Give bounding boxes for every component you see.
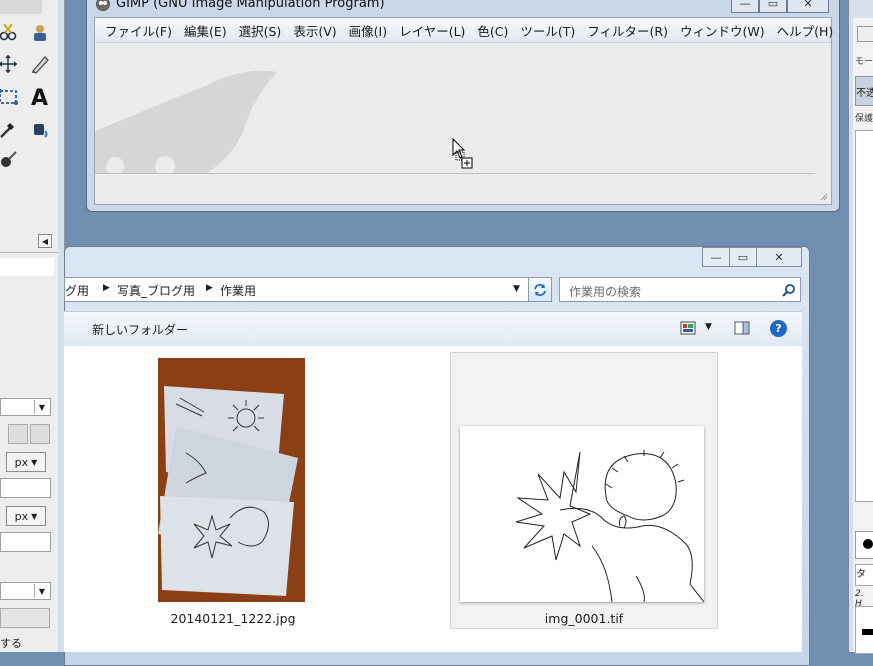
option-checkbox-label: する xyxy=(0,637,22,650)
change-view-icon[interactable] xyxy=(680,321,696,335)
unit-select-1-value: px xyxy=(14,455,29,469)
bucket-fill-tool-icon[interactable] xyxy=(28,117,52,141)
search-placeholder: 作業用の検索 xyxy=(569,285,642,299)
unit-select-2-value: px xyxy=(14,509,29,523)
tool-preset-combo[interactable]: ▼ xyxy=(0,398,51,416)
gimp-menubar: ファイル(F) 編集(E) 選択(S) 表示(V) 画像(I) レイヤー(L) … xyxy=(95,18,833,43)
menu-edit[interactable]: 編集(E) xyxy=(182,21,229,40)
menu-windows[interactable]: ウィンドウ(W) xyxy=(678,21,767,40)
gimp-maximize-button[interactable]: ▭ xyxy=(759,0,787,13)
value-spinner-2[interactable] xyxy=(0,532,51,552)
explorer-minimize-button[interactable]: — xyxy=(702,247,730,267)
menu-filters[interactable]: フィルター(R) xyxy=(585,21,670,40)
mode-combo[interactable]: 不透 xyxy=(855,76,873,106)
menu-help[interactable]: ヘルプ(H) xyxy=(775,21,836,40)
chevron-down-icon: ▼ xyxy=(31,457,38,467)
help-icon[interactable]: ? xyxy=(770,320,787,337)
file-name-jpg[interactable]: 20140121_1222.jpg xyxy=(158,611,308,626)
brush-preview[interactable] xyxy=(855,531,873,559)
svg-text:A: A xyxy=(31,86,48,108)
text-tool-icon[interactable]: A xyxy=(28,85,52,109)
explorer-close-button[interactable]: ✕ xyxy=(756,247,802,267)
menu-layer[interactable]: レイヤー(L) xyxy=(397,21,467,40)
menu-select[interactable]: 選択(S) xyxy=(237,21,284,40)
gimp-app-icon xyxy=(96,0,110,11)
gimp-statusbar xyxy=(95,173,815,204)
scissors-tool-icon[interactable] xyxy=(0,20,20,44)
file-thumbnail-jpg[interactable] xyxy=(158,358,305,602)
option-button[interactable] xyxy=(0,608,50,628)
breadcrumb-separator-icon[interactable]: ▶ xyxy=(103,283,110,293)
menu-image[interactable]: 画像(I) xyxy=(347,21,389,40)
layers-dock-panel: モー 不透 保護 タ 2. H xyxy=(853,18,873,654)
breadcrumb-item-2[interactable]: 写真_ブログ用 xyxy=(117,282,195,299)
foreground-select-tool-icon[interactable] xyxy=(28,20,52,44)
breadcrumb-item-3[interactable]: 作業用 xyxy=(220,282,256,299)
paste-icon[interactable] xyxy=(8,424,28,444)
gimp-toolbox: A ◀ ▼ px ▼ px ▼ ▼ する xyxy=(0,0,59,652)
view-options-dropdown-icon[interactable]: ▼ xyxy=(705,322,712,332)
menu-view[interactable]: 表示(V) xyxy=(291,21,338,40)
dock-tab-menu-icon[interactable]: ◀ xyxy=(38,234,52,248)
toolbox-top-strip xyxy=(0,0,42,14)
color-picker-tool-icon[interactable] xyxy=(0,117,20,141)
wilber-watermark xyxy=(95,70,277,174)
search-box[interactable]: 作業用の検索 xyxy=(559,277,801,302)
brush-grid[interactable] xyxy=(855,606,873,654)
menu-file[interactable]: ファイル(F) xyxy=(103,21,174,40)
mode-combo[interactable]: ▼ xyxy=(0,582,51,600)
layers-tab-icon[interactable] xyxy=(857,26,873,42)
explorer-maximize-button[interactable]: ▭ xyxy=(729,247,757,267)
tool-options-header xyxy=(0,258,54,276)
brush-swatch xyxy=(862,629,873,635)
file-thumbnail-tif[interactable] xyxy=(460,426,705,603)
resize-grip-icon[interactable] xyxy=(818,190,828,201)
toolbox-divider xyxy=(0,252,58,253)
file-list-area: 20140121_1222.jpg img_0001.tif xyxy=(64,346,802,652)
file-name-tif[interactable]: img_0001.tif xyxy=(450,611,718,626)
refresh-icon xyxy=(534,283,546,296)
unit-select-1[interactable]: px ▼ xyxy=(6,452,46,472)
gimp-window-title: GIMP (GNU Image Manipulation Program) xyxy=(116,0,385,11)
pencil-tool-icon[interactable] xyxy=(28,52,52,76)
chevron-down-icon: ▼ xyxy=(31,511,38,521)
mode-label: モー xyxy=(855,57,873,67)
protect-label: 保護 xyxy=(855,114,873,124)
pattern-icon[interactable] xyxy=(30,424,50,444)
drag-copy-cursor-icon xyxy=(452,138,473,169)
explorer-command-bar: 新しいフォルダー ▼ ? xyxy=(64,311,802,348)
smudge-tool-icon[interactable] xyxy=(0,148,20,172)
preview-pane-icon[interactable] xyxy=(734,321,750,335)
cage-transform-tool-icon[interactable] xyxy=(0,85,20,109)
gimp-minimize-button[interactable]: — xyxy=(731,0,759,13)
unit-select-2[interactable]: px ▼ xyxy=(6,506,46,526)
refresh-button[interactable] xyxy=(528,277,552,302)
brush-tag-field[interactable]: タ xyxy=(855,564,873,586)
menu-colors[interactable]: 色(C) xyxy=(475,21,510,40)
address-bar[interactable]: グ用 ▶ 写真_ブログ用 ▶ 作業用 ▼ xyxy=(64,277,552,302)
breadcrumb-item-1[interactable]: グ用 xyxy=(65,282,89,299)
address-dropdown-icon[interactable]: ▼ xyxy=(513,284,520,294)
value-spinner-1[interactable] xyxy=(0,478,51,498)
new-folder-button[interactable]: 新しいフォルダー xyxy=(92,321,188,338)
layers-list[interactable] xyxy=(855,130,873,502)
align-tool-icon[interactable] xyxy=(0,52,20,76)
search-icon[interactable] xyxy=(782,283,796,297)
chevron-down-icon: ▼ xyxy=(34,584,49,598)
breadcrumb-separator-icon[interactable]: ▶ xyxy=(206,283,213,293)
chevron-down-icon: ▼ xyxy=(34,400,49,414)
gimp-close-button[interactable]: ✕ xyxy=(787,0,829,13)
menu-tools[interactable]: ツール(T) xyxy=(518,21,577,40)
